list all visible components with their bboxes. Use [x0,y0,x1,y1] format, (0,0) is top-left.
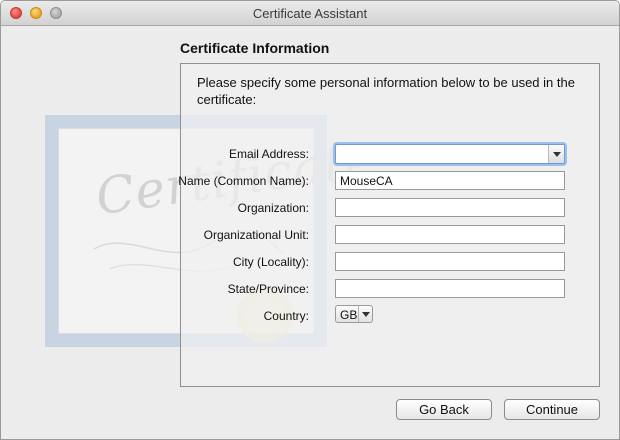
country-label: Country: [263,309,309,323]
title-bar: Certificate Assistant [1,1,619,26]
continue-button[interactable]: Continue [504,399,600,420]
organization-field[interactable] [335,198,565,217]
org-unit-label: Organizational Unit: [203,228,309,242]
common-name-label: Name (Common Name): [178,174,309,188]
go-back-button[interactable]: Go Back [396,399,492,420]
window-title: Certificate Assistant [252,6,368,21]
form-panel: Please specify some personal information… [178,63,600,387]
email-combo-field[interactable] [335,144,565,164]
org-unit-field[interactable] [335,225,565,244]
section-heading: Certificate Information [180,40,330,56]
certificate-assistant-window: Certificate Assistant Certificate Certif… [0,0,620,440]
organization-label: Organization: [237,201,309,215]
instructions-text: Please specify some personal information… [197,75,575,107]
country-value: GB [340,308,358,322]
city-field[interactable] [335,252,565,271]
email-dropdown-button[interactable] [548,145,564,163]
state-label: State/Province: [227,282,309,296]
common-name-field[interactable]: MouseCA [335,171,565,190]
country-select[interactable]: GB [335,305,373,323]
chevron-down-icon [358,306,373,322]
state-field[interactable] [335,279,565,298]
email-label: Email Address: [228,147,309,161]
city-label: City (Locality): [232,255,309,269]
